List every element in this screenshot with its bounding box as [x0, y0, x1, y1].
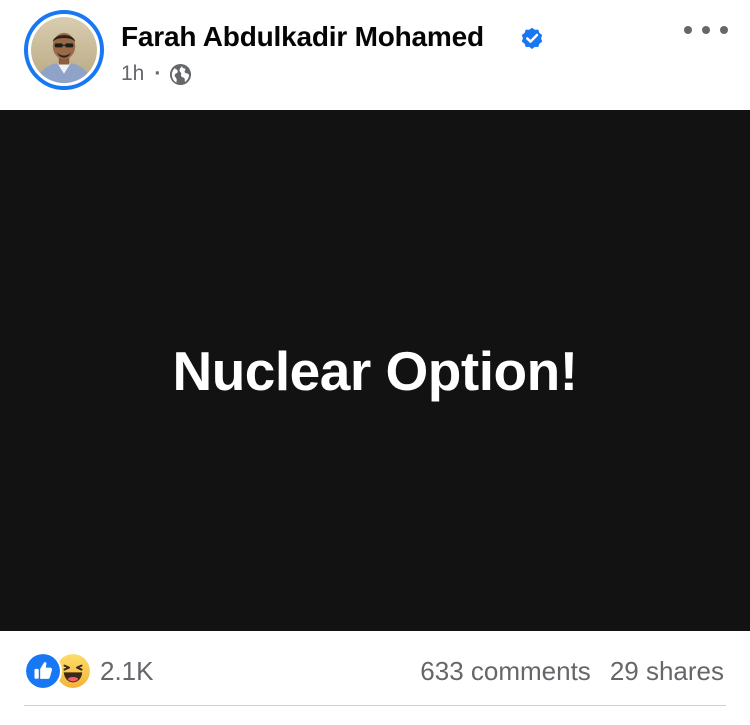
- like-icon: [24, 652, 62, 690]
- more-options-icon: [720, 26, 728, 34]
- engagement-stats: 633 comments 29 shares: [420, 653, 724, 689]
- facebook-post: Farah Abdulkadir Mohamed 1h · Nuclear Op…: [0, 0, 750, 725]
- comments-count-link[interactable]: 633 comments: [420, 656, 591, 687]
- post-text: Nuclear Option!: [172, 339, 578, 402]
- post-header: Farah Abdulkadir Mohamed 1h ·: [0, 0, 750, 108]
- reaction-count: 2.1K: [100, 655, 154, 686]
- post-media[interactable]: Nuclear Option!: [0, 110, 750, 631]
- author-name[interactable]: Farah Abdulkadir Mohamed: [121, 19, 484, 55]
- verified-badge-icon: [521, 27, 543, 49]
- post-meta: 1h ·: [121, 60, 192, 88]
- avatar[interactable]: [24, 10, 104, 90]
- more-options-button[interactable]: [684, 18, 728, 42]
- post-timestamp[interactable]: 1h: [121, 62, 144, 86]
- reactions-summary[interactable]: 2.1K: [24, 652, 154, 690]
- profile-photo-icon: [31, 17, 97, 83]
- footer-divider: [24, 705, 726, 706]
- meta-separator: ·: [154, 62, 162, 85]
- post-footer: 2.1K 633 comments 29 shares: [0, 631, 750, 725]
- more-options-icon: [684, 26, 692, 34]
- shares-count-link[interactable]: 29 shares: [610, 656, 724, 687]
- more-options-icon: [702, 26, 710, 34]
- globe-icon[interactable]: [169, 63, 192, 86]
